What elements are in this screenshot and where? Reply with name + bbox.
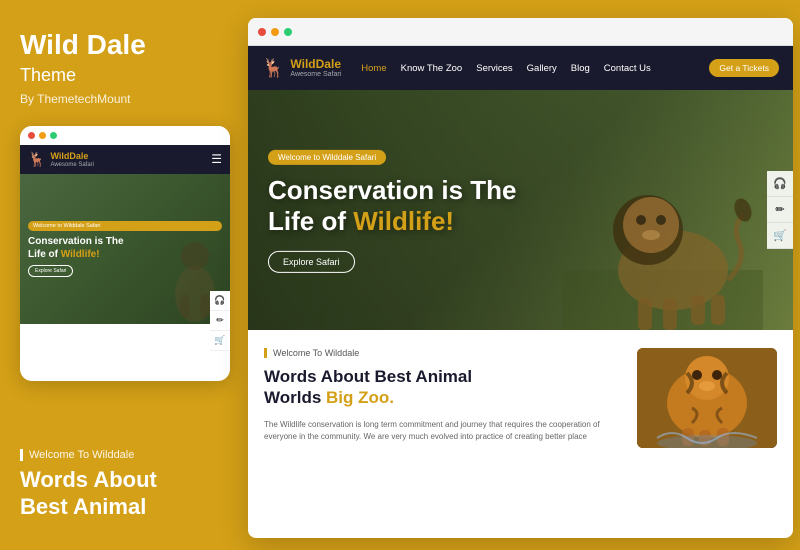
left-bottom-title: Words AboutBest Animal (20, 467, 215, 520)
browser-chrome (248, 18, 793, 46)
mobile-logo-dale: Dale (69, 151, 88, 161)
desktop-title-zoo-highlight: Big Zoo. (326, 388, 394, 407)
dot-green (50, 132, 57, 139)
desktop-side-icons: 🎧 ✏ 🛒 (767, 171, 793, 249)
hamburger-icon[interactable]: ☰ (211, 152, 222, 166)
mobile-logo-text-block: WildDale Awesome Safari (50, 151, 94, 168)
desktop-logo-icon: 🦌 (262, 58, 284, 79)
browser-dot-red (258, 28, 266, 36)
dot-yellow (39, 132, 46, 139)
dot-red (28, 132, 35, 139)
title-dale: Dale (87, 29, 146, 60)
lion-svg (563, 130, 763, 330)
desktop-cart-icon[interactable]: 🛒 (767, 223, 793, 249)
mobile-cart-icon[interactable]: 🛒 (210, 331, 230, 351)
mobile-logo-bold: Wild (50, 151, 69, 161)
mobile-hero: Welcome to Wilddale Safari Conservation … (20, 174, 230, 324)
mobile-browser-dots (20, 126, 230, 145)
desktop-welcome-small: Welcome To Wilddale (264, 348, 621, 358)
ticket-button[interactable]: Get a Tickets (709, 59, 779, 77)
desktop-pencil-icon[interactable]: ✏ (767, 197, 793, 223)
mobile-welcome-badge: Welcome to Wilddale Safari (28, 221, 222, 231)
desktop-hero-title: Conservation is The Life of Wildlife! (268, 175, 517, 237)
browser-dot-green (284, 28, 292, 36)
mobile-title-line2: Life of (28, 249, 61, 260)
desktop-content-left: Welcome To Wilddale Words About Best Ani… (264, 348, 621, 448)
left-bottom-section: Welcome To Wilddale Words AboutBest Anim… (20, 439, 215, 520)
author-label: By ThemetechMount (20, 92, 215, 106)
nav-link-blog[interactable]: Blog (571, 63, 590, 74)
left-panel: Wild Dale Theme By ThemetechMount 🦌 Wild… (0, 0, 235, 550)
mobile-nav: 🦌 WildDale Awesome Safari ☰ (20, 145, 230, 174)
desktop-content-title: Words About Best AnimalWorlds Big Zoo. (264, 366, 621, 409)
mobile-title-highlight: Wildlife! (61, 249, 100, 260)
title-wild: Wild (20, 29, 87, 60)
browser-dot-yellow (271, 28, 279, 36)
desktop-nav: 🦌 WildDale Awesome Safari Home Know The … (248, 46, 793, 90)
nav-link-home[interactable]: Home (361, 63, 386, 74)
desktop-logo-dale: Dale (316, 57, 341, 71)
nav-link-contact[interactable]: Contact Us (604, 63, 651, 74)
desktop-title-line2: Life of (268, 206, 353, 236)
desktop-logo: 🦌 WildDale Awesome Safari (262, 58, 341, 79)
theme-label: Theme (20, 65, 215, 86)
mobile-pencil-icon[interactable]: ✏ (210, 311, 230, 331)
desktop-logo-wild: Wild (290, 57, 315, 71)
desktop-welcome-badge: Welcome to Wilddale Safari (268, 150, 386, 165)
app-title: Wild Dale Theme By ThemetechMount (20, 30, 215, 126)
nav-link-zoo[interactable]: Know The Zoo (401, 63, 463, 74)
mobile-logo-icon: 🦌 (28, 151, 45, 168)
left-welcome-label: Welcome To Wilddale (20, 449, 215, 461)
desktop-preview-panel: 🦌 WildDale Awesome Safari Home Know The … (248, 18, 793, 538)
mobile-logo-sub: Awesome Safari (50, 162, 94, 168)
mobile-logo: 🦌 WildDale Awesome Safari (28, 151, 94, 168)
tiger-svg (637, 348, 777, 448)
mobile-headphone-icon[interactable]: 🎧 (210, 291, 230, 311)
mobile-explore-button[interactable]: Explore Safari (28, 265, 73, 277)
tiger-image (637, 348, 777, 448)
desktop-hero-content: Welcome to Wilddale Safari Conservation … (268, 147, 517, 273)
desktop-logo-text-block: WildDale Awesome Safari (290, 58, 341, 78)
mobile-hero-title: Conservation is The Life of Wildlife! (28, 235, 222, 261)
tiger-visual-bg (637, 348, 777, 448)
desktop-title-highlight: Wildlife! (353, 206, 454, 236)
mobile-preview-card: 🦌 WildDale Awesome Safari ☰ Welcome to W… (20, 126, 230, 381)
desktop-headphone-icon[interactable]: 🎧 (767, 171, 793, 197)
desktop-title-line1: Conservation is The (268, 175, 517, 205)
desktop-content-description: The Wildlife conservation is long term c… (264, 419, 621, 445)
mobile-side-icons: 🎧 ✏ 🛒 (210, 291, 230, 351)
mobile-title-line1: Conservation is The (28, 236, 124, 247)
desktop-nav-links: Home Know The Zoo Services Gallery Blog … (361, 63, 709, 74)
desktop-hero: Welcome to Wilddale Safari Conservation … (248, 90, 793, 330)
desktop-explore-button[interactable]: Explore Safari (268, 251, 355, 273)
nav-link-gallery[interactable]: Gallery (527, 63, 557, 74)
desktop-logo-sub: Awesome Safari (290, 71, 341, 78)
nav-link-services[interactable]: Services (476, 63, 512, 74)
desktop-content-section: Welcome To Wilddale Words About Best Ani… (248, 330, 793, 466)
